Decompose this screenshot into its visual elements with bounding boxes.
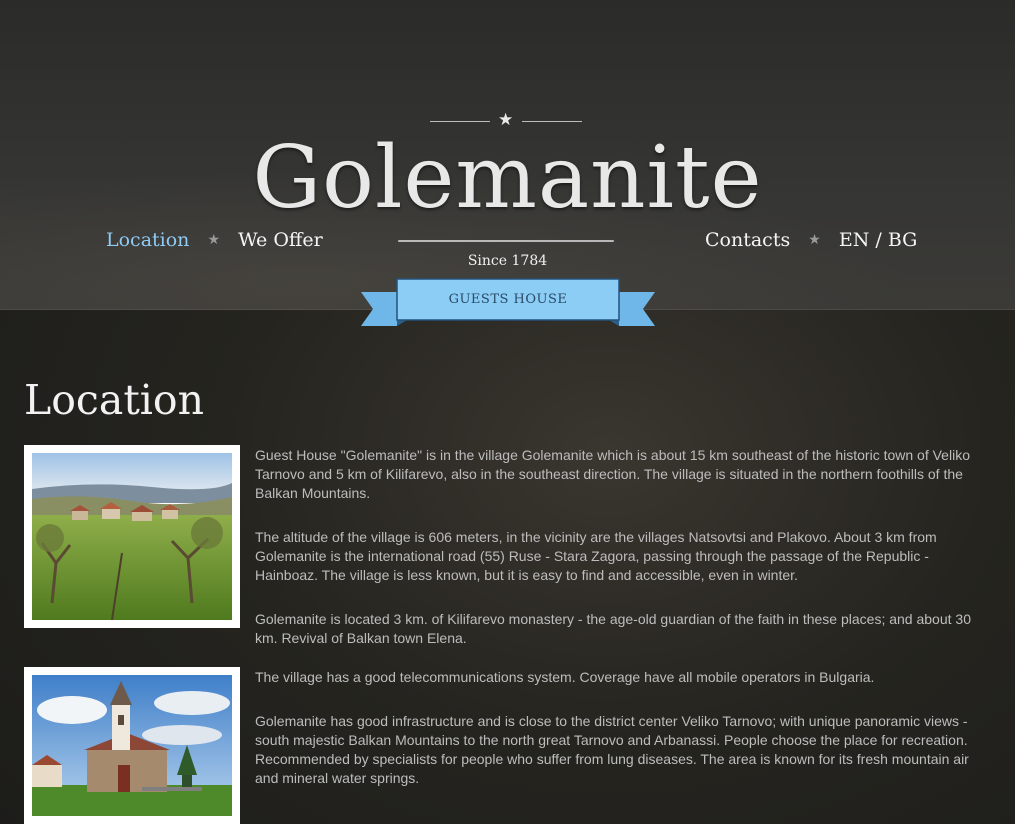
title-underline	[398, 240, 614, 242]
nav-we-offer[interactable]: We Offer	[238, 229, 323, 251]
location-paragraph-3: Golemanite is located 3 km. of Kilifarev…	[255, 611, 971, 646]
location-paragraph-2: The altitude of the village is 606 meter…	[255, 529, 937, 583]
nav-contacts[interactable]: Contacts	[705, 229, 790, 251]
main-nav-right: Contacts ★ EN / BG	[705, 229, 917, 251]
since-tagline: Since 1784	[467, 253, 548, 269]
ribbon-label: GUESTS HOUSE	[448, 292, 568, 307]
star-icon: ★	[498, 110, 514, 130]
language-switch[interactable]: EN / BG	[839, 229, 917, 251]
location-paragraph-5: Golemanite has good infrastructure and i…	[255, 713, 969, 786]
star-icon: ★	[808, 232, 821, 248]
star-icon: ★	[207, 232, 221, 248]
location-paragraph-1: Guest House "Golemanite" is in the villa…	[255, 447, 970, 501]
divider-line-left	[430, 121, 490, 122]
guests-house-ribbon: GUESTS HOUSE	[361, 278, 655, 330]
page-title: Location	[24, 376, 204, 424]
main-nav-left: Location ★ We Offer	[106, 229, 323, 251]
divider-line-right	[522, 121, 582, 122]
village-landscape-photo	[24, 445, 240, 628]
nav-location[interactable]: Location	[106, 229, 189, 251]
location-paragraph-4: The village has a good telecommunication…	[255, 669, 875, 685]
church-photo	[24, 667, 240, 824]
site-logo-title[interactable]: Golemanite	[0, 128, 1015, 228]
